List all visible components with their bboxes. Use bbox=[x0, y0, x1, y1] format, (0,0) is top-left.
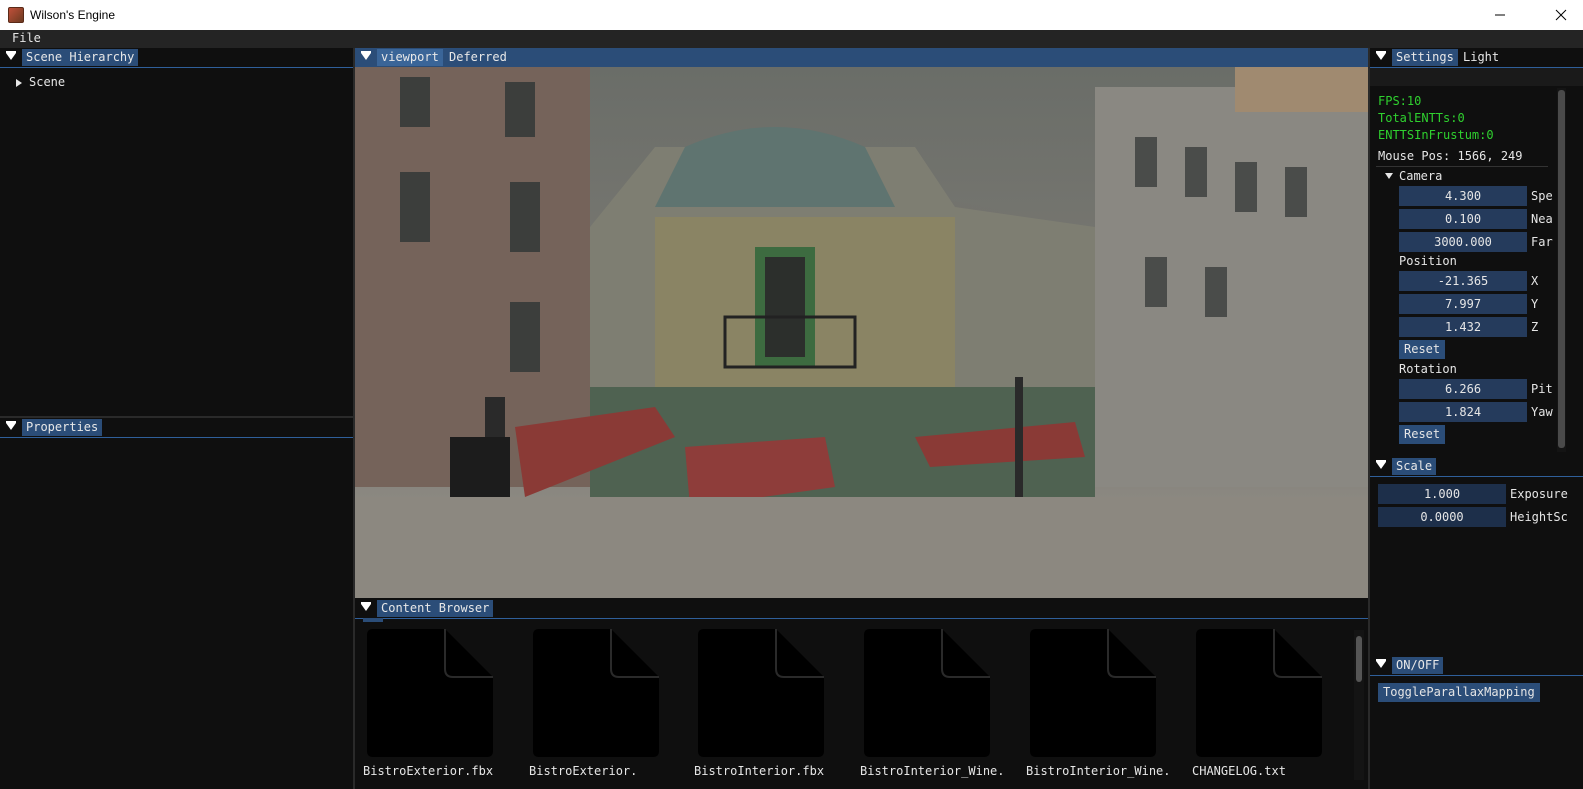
settings-subheader bbox=[1370, 68, 1583, 86]
collapse-icon[interactable] bbox=[1376, 460, 1386, 469]
camera-header[interactable]: Camera bbox=[1399, 169, 1442, 183]
window-titlebar: Wilson's Engine bbox=[0, 0, 1583, 30]
menu-file[interactable]: File bbox=[12, 31, 41, 45]
file-icon bbox=[698, 629, 824, 757]
file-label: BistroInterior_Wine. bbox=[1026, 764, 1171, 778]
properties-tabstrip: Properties bbox=[0, 418, 353, 438]
minimize-button[interactable] bbox=[1477, 0, 1523, 30]
height-scale-label: HeightSc bbox=[1510, 510, 1568, 524]
position-header: Position bbox=[1399, 254, 1457, 268]
expand-arrow-icon[interactable] bbox=[16, 79, 22, 87]
position-z-field[interactable]: 1.432 bbox=[1399, 317, 1527, 337]
position-z-label: Z bbox=[1531, 320, 1539, 334]
settings-tabstrip: Settings Light bbox=[1370, 48, 1583, 68]
scale-tabstrip: Scale bbox=[1370, 457, 1583, 477]
app-icon bbox=[8, 7, 24, 23]
collapse-icon[interactable] bbox=[1376, 51, 1386, 60]
height-scale-field[interactable]: 0.0000 bbox=[1378, 507, 1506, 527]
camera-near-label: Nea bbox=[1531, 212, 1553, 226]
close-button[interactable] bbox=[1538, 0, 1583, 30]
close-icon bbox=[1555, 9, 1566, 21]
file-label: BistroInterior.fbx bbox=[694, 764, 825, 778]
reset-rotation-button[interactable]: Reset bbox=[1399, 425, 1446, 444]
camera-speed-field[interactable]: 4.300 bbox=[1399, 186, 1527, 206]
onoff-panel: ON/OFF bbox=[1370, 656, 1583, 789]
exposure-label: Exposure bbox=[1510, 487, 1568, 501]
tab-scene-hierarchy[interactable]: Scene Hierarchy bbox=[22, 49, 139, 66]
tab-onoff[interactable]: ON/OFF bbox=[1392, 657, 1444, 674]
position-y-label: Y bbox=[1531, 297, 1539, 311]
viewport-render[interactable] bbox=[355, 67, 1368, 598]
collapse-icon[interactable] bbox=[6, 421, 16, 430]
rotation-pitch-field[interactable]: 6.266 bbox=[1399, 379, 1527, 399]
tab-deferred[interactable]: Deferred bbox=[445, 49, 511, 66]
viewport-panel: viewport Deferred bbox=[355, 48, 1368, 67]
file-label: BistroExterior. bbox=[529, 764, 638, 778]
separator bbox=[1376, 166, 1548, 167]
rotation-yaw-field[interactable]: 1.824 bbox=[1399, 402, 1527, 422]
file-label: CHANGELOG.txt bbox=[1192, 764, 1286, 778]
tree-node-scene[interactable]: Scene bbox=[29, 75, 65, 89]
position-y-field[interactable]: 7.997 bbox=[1399, 294, 1527, 314]
file-icon bbox=[864, 629, 990, 757]
position-x-field[interactable]: -21.365 bbox=[1399, 271, 1527, 291]
camera-far-field[interactable]: 3000.000 bbox=[1399, 232, 1527, 252]
tab-properties[interactable]: Properties bbox=[22, 419, 103, 436]
collapse-icon[interactable] bbox=[361, 602, 371, 611]
mouse-pos-readout: Mouse Pos: 1566, 249 bbox=[1378, 149, 1523, 163]
collapse-icon[interactable] bbox=[1376, 659, 1386, 668]
minimize-icon bbox=[1495, 14, 1505, 16]
settings-scrollbar-thumb[interactable] bbox=[1558, 90, 1565, 448]
fps-readout: FPS:10 bbox=[1378, 94, 1422, 108]
properties-panel: Properties bbox=[0, 418, 353, 789]
tab-light[interactable]: Light bbox=[1459, 49, 1503, 66]
total-entts-readout: TotalENTTs:0 bbox=[1378, 111, 1465, 125]
rotation-header: Rotation bbox=[1399, 362, 1457, 376]
file-icon bbox=[1030, 629, 1156, 757]
back-button[interactable] bbox=[363, 618, 383, 622]
rotation-yaw-label: Yaw bbox=[1531, 405, 1553, 419]
position-x-label: X bbox=[1531, 274, 1539, 288]
file-icon bbox=[533, 629, 659, 757]
content-browser-scrollbar-thumb[interactable] bbox=[1356, 636, 1362, 682]
toggle-parallax-mapping-button[interactable]: ToggleParallaxMapping bbox=[1378, 683, 1540, 702]
tab-scale[interactable]: Scale bbox=[1392, 458, 1437, 475]
tab-content-browser[interactable]: Content Browser bbox=[377, 600, 494, 617]
file-label: BistroInterior_Wine. bbox=[860, 764, 1005, 778]
camera-speed-label: Spe bbox=[1531, 189, 1553, 203]
file-icon bbox=[367, 629, 493, 757]
scene-hierarchy-panel: Scene Hierarchy bbox=[0, 48, 353, 416]
rotation-pitch-label: Pit bbox=[1531, 382, 1553, 396]
scene-render-image bbox=[355, 67, 1368, 598]
tab-viewport[interactable]: viewport bbox=[377, 49, 443, 66]
collapse-icon[interactable] bbox=[6, 51, 16, 60]
camera-near-field[interactable]: 0.100 bbox=[1399, 209, 1527, 229]
onoff-tabstrip: ON/OFF bbox=[1370, 656, 1583, 676]
reset-position-button[interactable]: Reset bbox=[1399, 340, 1446, 359]
tab-settings[interactable]: Settings bbox=[1392, 49, 1458, 66]
viewport-tabstrip: viewport Deferred bbox=[355, 48, 1368, 67]
menu-bar: File bbox=[0, 30, 1583, 48]
window-title: Wilson's Engine bbox=[30, 8, 115, 22]
file-icon bbox=[1196, 629, 1322, 757]
exposure-field[interactable]: 1.000 bbox=[1378, 484, 1506, 504]
camera-collapse-icon[interactable] bbox=[1385, 173, 1393, 179]
file-label: BistroExterior.fbx bbox=[363, 764, 494, 778]
camera-far-label: Far bbox=[1531, 235, 1553, 249]
entts-in-frustum-readout: ENTTSInFrustum:0 bbox=[1378, 128, 1494, 142]
collapse-icon[interactable] bbox=[361, 51, 371, 60]
content-browser-tabstrip: Content Browser bbox=[355, 599, 1368, 619]
scene-hierarchy-tabstrip: Scene Hierarchy bbox=[0, 48, 353, 68]
